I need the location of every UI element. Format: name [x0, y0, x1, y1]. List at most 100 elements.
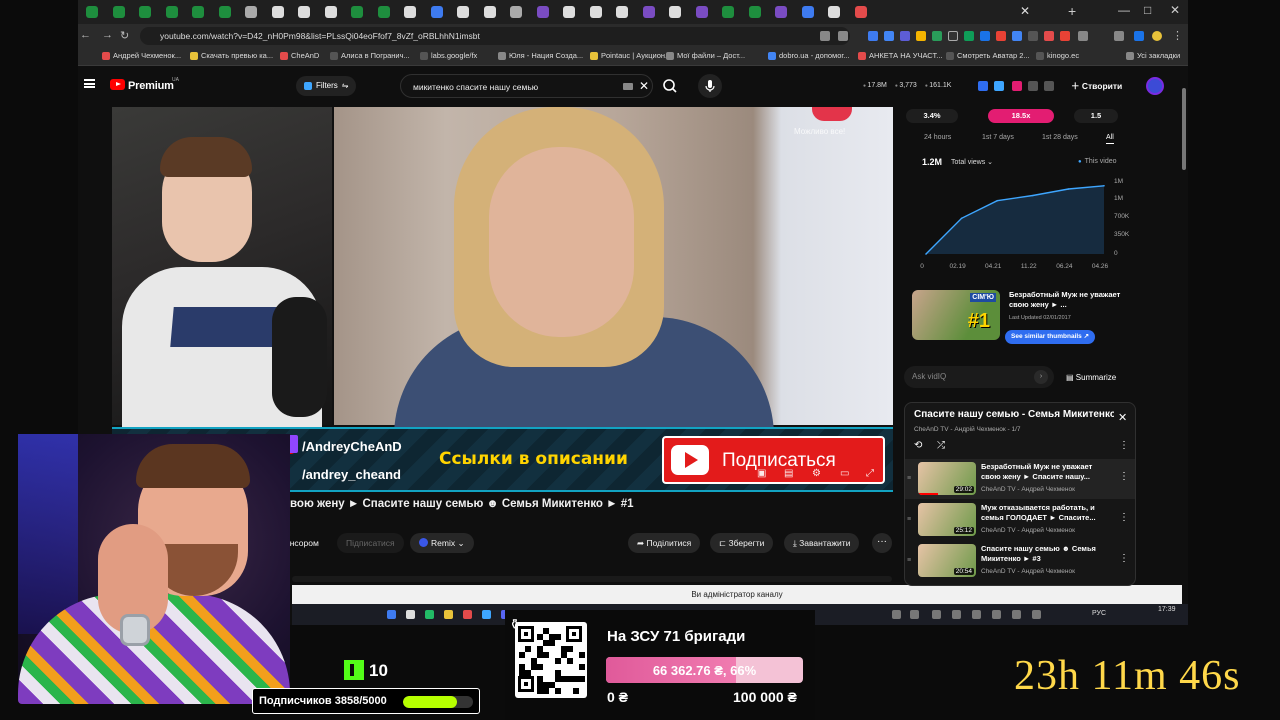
bookmark-item[interactable]: Мої файли – Дост...	[666, 51, 745, 60]
tab-favicon[interactable]	[245, 6, 257, 18]
vidiq-icon[interactable]	[1028, 81, 1038, 91]
tray-icon[interactable]	[932, 610, 941, 619]
extension-icon[interactable]	[964, 31, 974, 41]
bookmark-item[interactable]: Pointauc | Аукцион...	[590, 51, 671, 60]
extension-icon[interactable]	[884, 31, 894, 41]
ask-vidiq-input[interactable]: Ask vidIQ	[904, 366, 1054, 388]
maximize-icon[interactable]: □	[1144, 3, 1151, 17]
subscribe-button[interactable]: Підписатися	[337, 533, 404, 553]
theater-mode-icon[interactable]: ▭	[840, 468, 849, 479]
playlist-item[interactable]: ≡ 20:54 Спасите нашу семью ☻ Семья Микит…	[905, 541, 1135, 581]
tray-icon[interactable]	[910, 610, 919, 619]
extension-icon[interactable]	[932, 31, 942, 41]
extension-icon[interactable]	[1134, 31, 1144, 41]
vidiq-tab-all[interactable]: All	[1106, 134, 1114, 144]
account-avatar[interactable]	[1146, 77, 1164, 95]
playlist-item[interactable]: ≡ 25:12 Муж отказывается работать, и сем…	[905, 500, 1135, 540]
tab-favicon[interactable]	[828, 6, 840, 18]
youtube-logo-icon[interactable]	[110, 79, 125, 90]
tab-favicon[interactable]	[775, 6, 787, 18]
playlist-thumbnail[interactable]: 20:54	[918, 544, 976, 577]
voice-search-button[interactable]	[698, 74, 722, 98]
similar-thumbnails-button[interactable]: See similar thumbnails ↗	[1005, 330, 1096, 344]
bookmark-star-icon[interactable]	[838, 31, 848, 41]
vidiq-icon[interactable]	[994, 81, 1004, 91]
tab-favicon[interactable]	[483, 6, 496, 18]
drag-handle-icon[interactable]: ≡	[907, 475, 911, 482]
vidiq-icon[interactable]	[978, 81, 988, 91]
more-actions-button[interactable]: ···	[872, 533, 892, 553]
tab-favicon[interactable]	[324, 6, 337, 18]
chevron-right-icon[interactable]: ›	[1034, 370, 1048, 384]
similar-video-title[interactable]: Безработный Муж не уважает свою жену ► .…	[1009, 290, 1129, 310]
minimize-icon[interactable]: —	[1118, 3, 1130, 17]
save-button[interactable]: ⊏ Зберегти	[710, 533, 774, 553]
bookmark-item[interactable]: labs.google/fx	[420, 51, 477, 60]
bookmark-item[interactable]: Алиса в Погранич...	[330, 51, 410, 60]
extension-icon[interactable]	[1060, 31, 1070, 41]
extension-icon[interactable]	[1012, 31, 1022, 41]
extension-icon[interactable]	[1044, 31, 1054, 41]
puzzle-icon[interactable]	[1078, 31, 1088, 41]
bookmark-item[interactable]: CheAnD	[280, 51, 319, 60]
tab-favicon[interactable]	[139, 6, 151, 18]
shuffle-icon[interactable]: ⤮	[937, 440, 945, 451]
playlist-thumbnail[interactable]: 25:12	[918, 503, 976, 536]
vidiq-tab-28d[interactable]: 1st 28 days	[1042, 134, 1078, 141]
close-window-icon[interactable]: ✕	[1170, 3, 1180, 17]
tray-icon[interactable]	[1012, 610, 1021, 619]
taskbar-app-icon[interactable]	[463, 610, 472, 619]
tab-favicon[interactable]	[616, 6, 628, 18]
remix-button[interactable]: Remix ⌄	[410, 533, 474, 553]
vidiq-icon[interactable]	[1012, 81, 1022, 91]
tab-favicon[interactable]	[351, 6, 363, 18]
youtube-premium-label[interactable]: Premium	[128, 80, 174, 92]
forward-icon[interactable]: →	[102, 29, 113, 41]
tab-favicon[interactable]	[430, 6, 443, 18]
bookmark-item[interactable]: Скачать превью ка...	[190, 51, 273, 60]
vidiq-icon[interactable]	[1044, 81, 1054, 91]
profile-avatar[interactable]	[1152, 31, 1162, 41]
search-button[interactable]	[653, 74, 689, 98]
tab-favicon[interactable]	[801, 6, 814, 18]
tray-icon[interactable]	[992, 610, 1001, 619]
settings-gear-icon[interactable]: ⚙	[812, 468, 821, 479]
playlist-title[interactable]: Спасите нашу семью - Семья Микитенко	[914, 409, 1114, 420]
extension-icon[interactable]	[1028, 31, 1038, 41]
extension-icon[interactable]	[996, 31, 1006, 41]
tray-icon[interactable]	[952, 610, 961, 619]
fullscreen-icon[interactable]: ⤢	[866, 468, 874, 479]
filters-button[interactable]: Filters ⇋	[296, 76, 357, 96]
extension-icon[interactable]	[868, 31, 878, 41]
vidiq-player-icon[interactable]: ▣	[757, 468, 766, 479]
keyboard-icon[interactable]	[623, 83, 633, 90]
taskbar-app-icon[interactable]	[482, 610, 491, 619]
tab-favicon[interactable]	[695, 6, 708, 18]
bookmark-item[interactable]: Усі закладки	[1126, 51, 1180, 60]
tab-favicon[interactable]	[536, 6, 549, 18]
tab-favicon[interactable]	[748, 6, 761, 18]
new-tab-icon[interactable]: +	[1068, 3, 1076, 19]
more-vertical-icon[interactable]: ⋮	[1119, 471, 1129, 482]
create-button[interactable]: ＋ Створити	[1071, 80, 1122, 92]
search-box[interactable]: микитенко спасите нашу семью ✕	[400, 74, 653, 98]
tab-favicon[interactable]	[404, 6, 416, 18]
tab-favicon[interactable]	[589, 6, 602, 18]
bookmark-item[interactable]: kinogo.ec	[1036, 51, 1079, 60]
taskbar-app-icon[interactable]	[425, 610, 434, 619]
menu-icon[interactable]: ⋮	[1172, 29, 1183, 42]
more-vertical-icon[interactable]: ⋮	[1119, 553, 1129, 564]
tab-favicon[interactable]	[112, 6, 125, 18]
tab-favicon[interactable]	[218, 6, 231, 18]
tab-favicon[interactable]	[642, 6, 655, 18]
tab-favicon[interactable]	[377, 6, 390, 18]
tab-favicon[interactable]	[165, 6, 178, 18]
install-icon[interactable]	[820, 31, 830, 41]
extension-icon[interactable]	[900, 31, 910, 41]
summarize-button[interactable]: ▤ Summarize	[1066, 373, 1116, 382]
vidiq-tab-24h[interactable]: 24 hours	[924, 134, 951, 141]
tab-favicon[interactable]	[271, 6, 284, 18]
bookmark-item[interactable]: dobro.ua - допомог...	[768, 51, 849, 60]
tab-favicon[interactable]	[510, 6, 522, 18]
close-tab-icon[interactable]: ✕	[1020, 4, 1030, 18]
